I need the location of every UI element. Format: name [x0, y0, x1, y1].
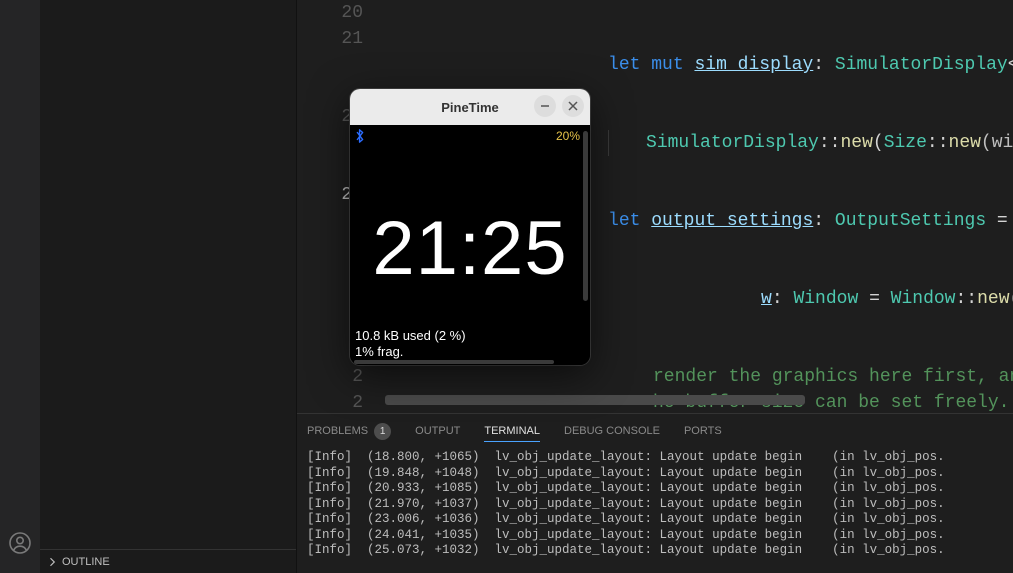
activity-bar [0, 0, 40, 573]
simulator-vertical-scrollbar[interactable] [583, 131, 588, 301]
memory-usage-line: 10.8 kB used (2 %) [355, 328, 466, 343]
outline-label: OUTLINE [62, 556, 110, 568]
tab-problems-label: PROBLEMS [307, 425, 368, 437]
app-root: OUTLINE 20 21 let mut sim_display: Simul… [0, 0, 1013, 573]
tab-ports[interactable]: PORTS [684, 421, 722, 441]
code-line: render the graphics here first, and [385, 364, 1013, 390]
editor-horizontal-scrollbar[interactable] [385, 395, 805, 405]
line-number: 20 [297, 0, 385, 26]
panel-tabs: PROBLEMS 1 OUTPUT TERMINAL DEBUG CONSOLE… [297, 414, 1013, 448]
window-close-button[interactable] [562, 95, 584, 117]
tab-output[interactable]: OUTPUT [415, 421, 460, 441]
tab-debug-console[interactable]: DEBUG CONSOLE [564, 421, 660, 441]
terminal-output[interactable]: [Info] (18.800, +1065) lv_obj_update_lay… [297, 448, 1013, 573]
battery-percent: 20% [556, 129, 580, 143]
chevron-right-icon [46, 556, 58, 568]
outline-section-header[interactable]: OUTLINE [40, 549, 296, 573]
problems-badge: 1 [374, 423, 391, 440]
line-number: 2 [297, 390, 385, 413]
tab-terminal[interactable]: TERMINAL [484, 421, 540, 442]
window-minimize-button[interactable] [534, 95, 556, 117]
account-icon[interactable] [8, 531, 32, 555]
bottom-panel: PROBLEMS 1 OUTPUT TERMINAL DEBUG CONSOLE… [297, 413, 1013, 573]
memory-fragmentation-line: 1% frag. [355, 344, 403, 359]
simulator-window[interactable]: PineTime 20% 21:25 10.8 kB used (2 %) 1%… [350, 89, 590, 365]
tab-problems[interactable]: PROBLEMS 1 [307, 419, 391, 444]
simulator-titlebar[interactable]: PineTime [350, 89, 590, 125]
side-bar: OUTLINE [40, 0, 297, 573]
line-number: 2 [297, 364, 385, 390]
clock-display: 21:25 [350, 205, 590, 292]
bluetooth-icon [354, 129, 366, 148]
simulator-horizontal-scrollbar[interactable] [354, 360, 554, 364]
simulator-display: 20% 21:25 10.8 kB used (2 %) 1% frag. [350, 125, 590, 365]
